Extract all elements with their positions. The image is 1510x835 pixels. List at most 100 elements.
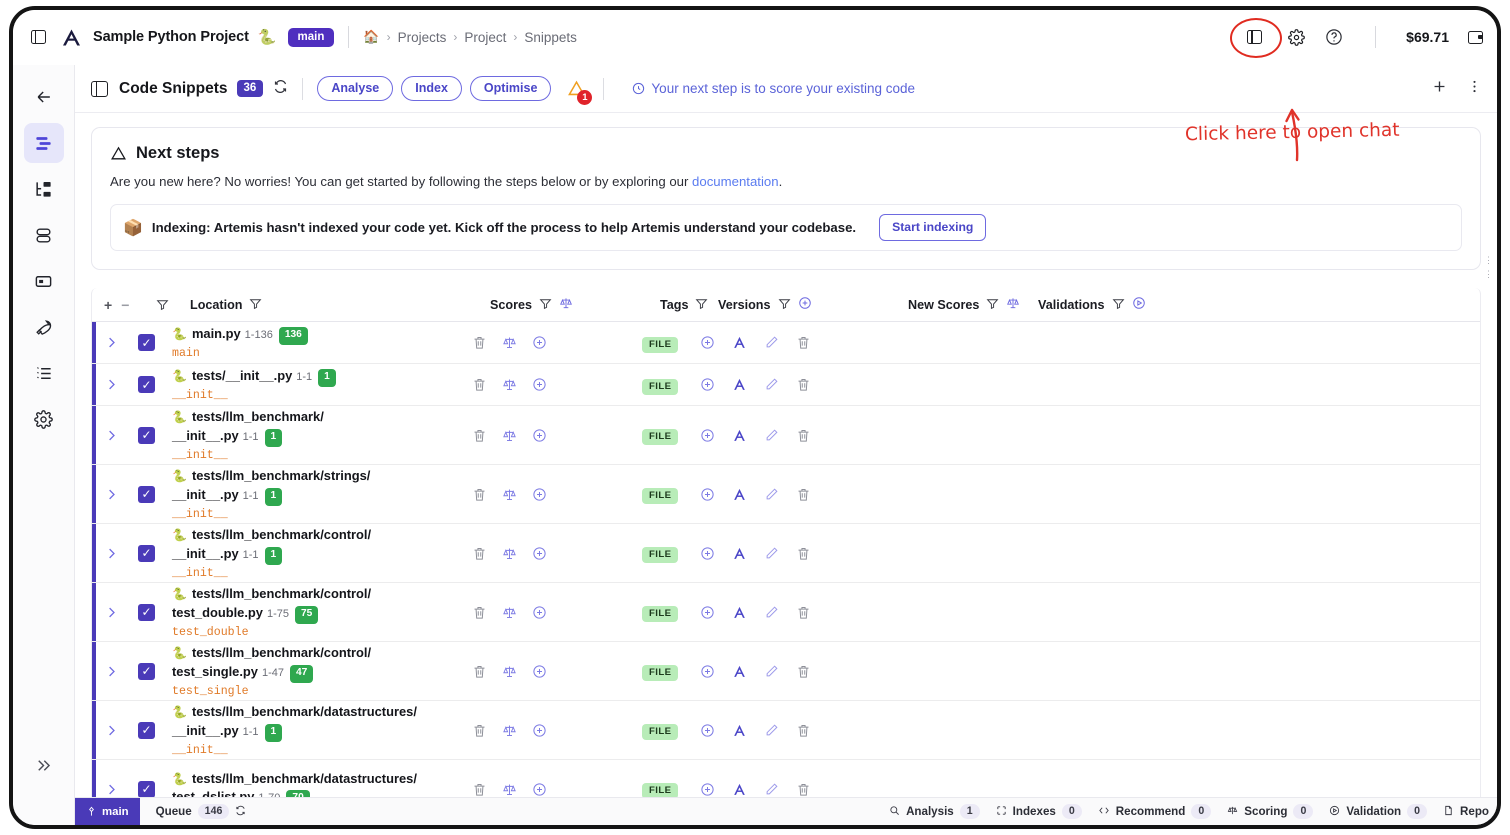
version-edit-pencil-icon[interactable] bbox=[764, 377, 779, 392]
version-delete-trash-icon[interactable] bbox=[796, 428, 811, 443]
minus-icon[interactable]: − bbox=[121, 297, 129, 313]
score-add-plus-circle-icon[interactable] bbox=[532, 335, 547, 350]
row-checkbox-checked-icon[interactable]: ✓ bbox=[138, 603, 172, 621]
plus-circle-icon[interactable] bbox=[798, 296, 812, 313]
sidebar-item-tree[interactable] bbox=[24, 169, 64, 209]
wallet-icon[interactable] bbox=[1468, 30, 1483, 44]
version-add-plus-circle-icon[interactable] bbox=[700, 664, 715, 679]
score-scales-icon[interactable] bbox=[502, 546, 517, 561]
version-artemis-a-icon[interactable] bbox=[732, 335, 747, 350]
score-delete-trash-icon[interactable] bbox=[472, 335, 487, 350]
breadcrumb-item-project[interactable]: Project bbox=[464, 30, 506, 45]
breadcrumb-item-snippets[interactable]: Snippets bbox=[524, 30, 577, 45]
score-scales-icon[interactable] bbox=[502, 782, 517, 797]
score-add-plus-circle-icon[interactable] bbox=[532, 723, 547, 738]
table-row[interactable]: ✓ 🐍 tests/__init__.py 1-1 1 __init__ FILE bbox=[92, 364, 1480, 406]
score-scales-icon[interactable] bbox=[502, 723, 517, 738]
version-add-plus-circle-icon[interactable] bbox=[700, 723, 715, 738]
version-add-plus-circle-icon[interactable] bbox=[700, 377, 715, 392]
version-delete-trash-icon[interactable] bbox=[796, 546, 811, 561]
status-metric-recommend[interactable]: Recommend 0 bbox=[1098, 804, 1212, 819]
version-artemis-a-icon[interactable] bbox=[732, 723, 747, 738]
sidebar-item-cards[interactable] bbox=[24, 261, 64, 301]
expand-row-chevron-right-icon[interactable] bbox=[104, 335, 138, 350]
score-scales-icon[interactable] bbox=[502, 605, 517, 620]
version-edit-pencil-icon[interactable] bbox=[764, 546, 779, 561]
status-metric-scoring[interactable]: Scoring 0 bbox=[1227, 804, 1314, 819]
row-checkbox-checked-icon[interactable]: ✓ bbox=[138, 721, 172, 739]
global-filter-icon[interactable] bbox=[156, 298, 190, 311]
score-scales-icon[interactable] bbox=[502, 664, 517, 679]
expand-row-chevron-right-icon[interactable] bbox=[104, 487, 138, 502]
score-add-plus-circle-icon[interactable] bbox=[532, 782, 547, 797]
status-metric-analysis[interactable]: Analysis 1 bbox=[889, 804, 980, 819]
sidebar-item-database[interactable] bbox=[24, 215, 64, 255]
table-row[interactable]: ✓ 🐍 tests/llm_benchmark/strings/__init__.p… bbox=[92, 465, 1480, 524]
scales-icon[interactable] bbox=[559, 296, 573, 313]
table-row[interactable]: ✓ 🐍 tests/llm_benchmark/control/__init__.p… bbox=[92, 524, 1480, 583]
version-delete-trash-icon[interactable] bbox=[796, 664, 811, 679]
table-row[interactable]: ✓ 🐍 tests/llm_benchmark/control/test_doubl… bbox=[92, 583, 1480, 642]
version-edit-pencil-icon[interactable] bbox=[764, 487, 779, 502]
analyse-button[interactable]: Analyse bbox=[317, 76, 394, 101]
score-delete-trash-icon[interactable] bbox=[472, 605, 487, 620]
start-indexing-button[interactable]: Start indexing bbox=[879, 214, 987, 241]
score-delete-trash-icon[interactable] bbox=[472, 723, 487, 738]
row-checkbox-checked-icon[interactable]: ✓ bbox=[138, 780, 172, 797]
version-delete-trash-icon[interactable] bbox=[796, 487, 811, 502]
version-artemis-a-icon[interactable] bbox=[732, 664, 747, 679]
table-row[interactable]: ✓ 🐍 tests/llm_benchmark/datastructures/tes… bbox=[92, 760, 1480, 797]
funnel-icon[interactable] bbox=[986, 297, 999, 313]
sidebar-item-tasks[interactable] bbox=[24, 353, 64, 393]
version-edit-pencil-icon[interactable] bbox=[764, 723, 779, 738]
resize-handle[interactable]: ⋮ ⋮ bbox=[1484, 253, 1493, 282]
version-delete-trash-icon[interactable] bbox=[796, 605, 811, 620]
documentation-link[interactable]: documentation bbox=[692, 174, 779, 189]
back-arrow-icon[interactable] bbox=[24, 77, 64, 117]
score-scales-icon[interactable] bbox=[502, 377, 517, 392]
score-scales-icon[interactable] bbox=[502, 335, 517, 350]
home-icon[interactable]: 🏠 bbox=[363, 29, 379, 45]
chevrons-right-icon[interactable] bbox=[24, 745, 64, 785]
row-checkbox-checked-icon[interactable]: ✓ bbox=[138, 376, 172, 393]
expand-row-chevron-right-icon[interactable] bbox=[104, 377, 138, 392]
panel-left-icon[interactable] bbox=[27, 26, 49, 48]
score-delete-trash-icon[interactable] bbox=[472, 546, 487, 561]
expand-row-chevron-right-icon[interactable] bbox=[104, 664, 138, 679]
version-delete-trash-icon[interactable] bbox=[796, 723, 811, 738]
version-add-plus-circle-icon[interactable] bbox=[700, 428, 715, 443]
score-delete-trash-icon[interactable] bbox=[472, 664, 487, 679]
warning-triangle-icon[interactable]: 1 bbox=[563, 76, 593, 105]
row-checkbox-checked-icon[interactable]: ✓ bbox=[138, 426, 172, 444]
status-metric-validation[interactable]: Validation 0 bbox=[1329, 804, 1428, 819]
version-delete-trash-icon[interactable] bbox=[796, 377, 811, 392]
version-add-plus-circle-icon[interactable] bbox=[700, 605, 715, 620]
plus-icon[interactable] bbox=[1431, 78, 1448, 100]
table-row[interactable]: ✓ 🐍 tests/llm_benchmark/datastructures/ __i… bbox=[92, 701, 1480, 760]
version-delete-trash-icon[interactable] bbox=[796, 335, 811, 350]
expand-row-chevron-right-icon[interactable] bbox=[104, 782, 138, 797]
score-delete-trash-icon[interactable] bbox=[472, 377, 487, 392]
funnel-icon[interactable] bbox=[1112, 297, 1125, 313]
expand-row-chevron-right-icon[interactable] bbox=[104, 605, 138, 620]
table-row[interactable]: ✓ 🐍 main.py 1-136 136 main FILE bbox=[92, 322, 1480, 364]
panel-left-icon[interactable] bbox=[91, 80, 108, 97]
sidebar-item-settings[interactable] bbox=[24, 399, 64, 439]
optimise-button[interactable]: Optimise bbox=[469, 76, 552, 101]
gear-icon[interactable] bbox=[1285, 26, 1307, 48]
version-artemis-a-icon[interactable] bbox=[732, 487, 747, 502]
score-add-plus-circle-icon[interactable] bbox=[532, 664, 547, 679]
version-edit-pencil-icon[interactable] bbox=[764, 428, 779, 443]
refresh-icon[interactable] bbox=[235, 805, 246, 819]
version-artemis-a-icon[interactable] bbox=[732, 605, 747, 620]
status-metric-indexes[interactable]: Indexes 0 bbox=[996, 804, 1082, 819]
funnel-icon[interactable] bbox=[539, 297, 552, 313]
plus-icon[interactable]: + bbox=[104, 297, 112, 313]
funnel-icon[interactable] bbox=[249, 297, 262, 313]
expand-row-chevron-right-icon[interactable] bbox=[104, 723, 138, 738]
more-vertical-icon[interactable] bbox=[1466, 78, 1483, 100]
score-add-plus-circle-icon[interactable] bbox=[532, 377, 547, 392]
status-queue[interactable]: Queue 146 bbox=[156, 804, 247, 819]
breadcrumb-item-projects[interactable]: Projects bbox=[398, 30, 447, 45]
funnel-icon[interactable] bbox=[695, 297, 708, 313]
